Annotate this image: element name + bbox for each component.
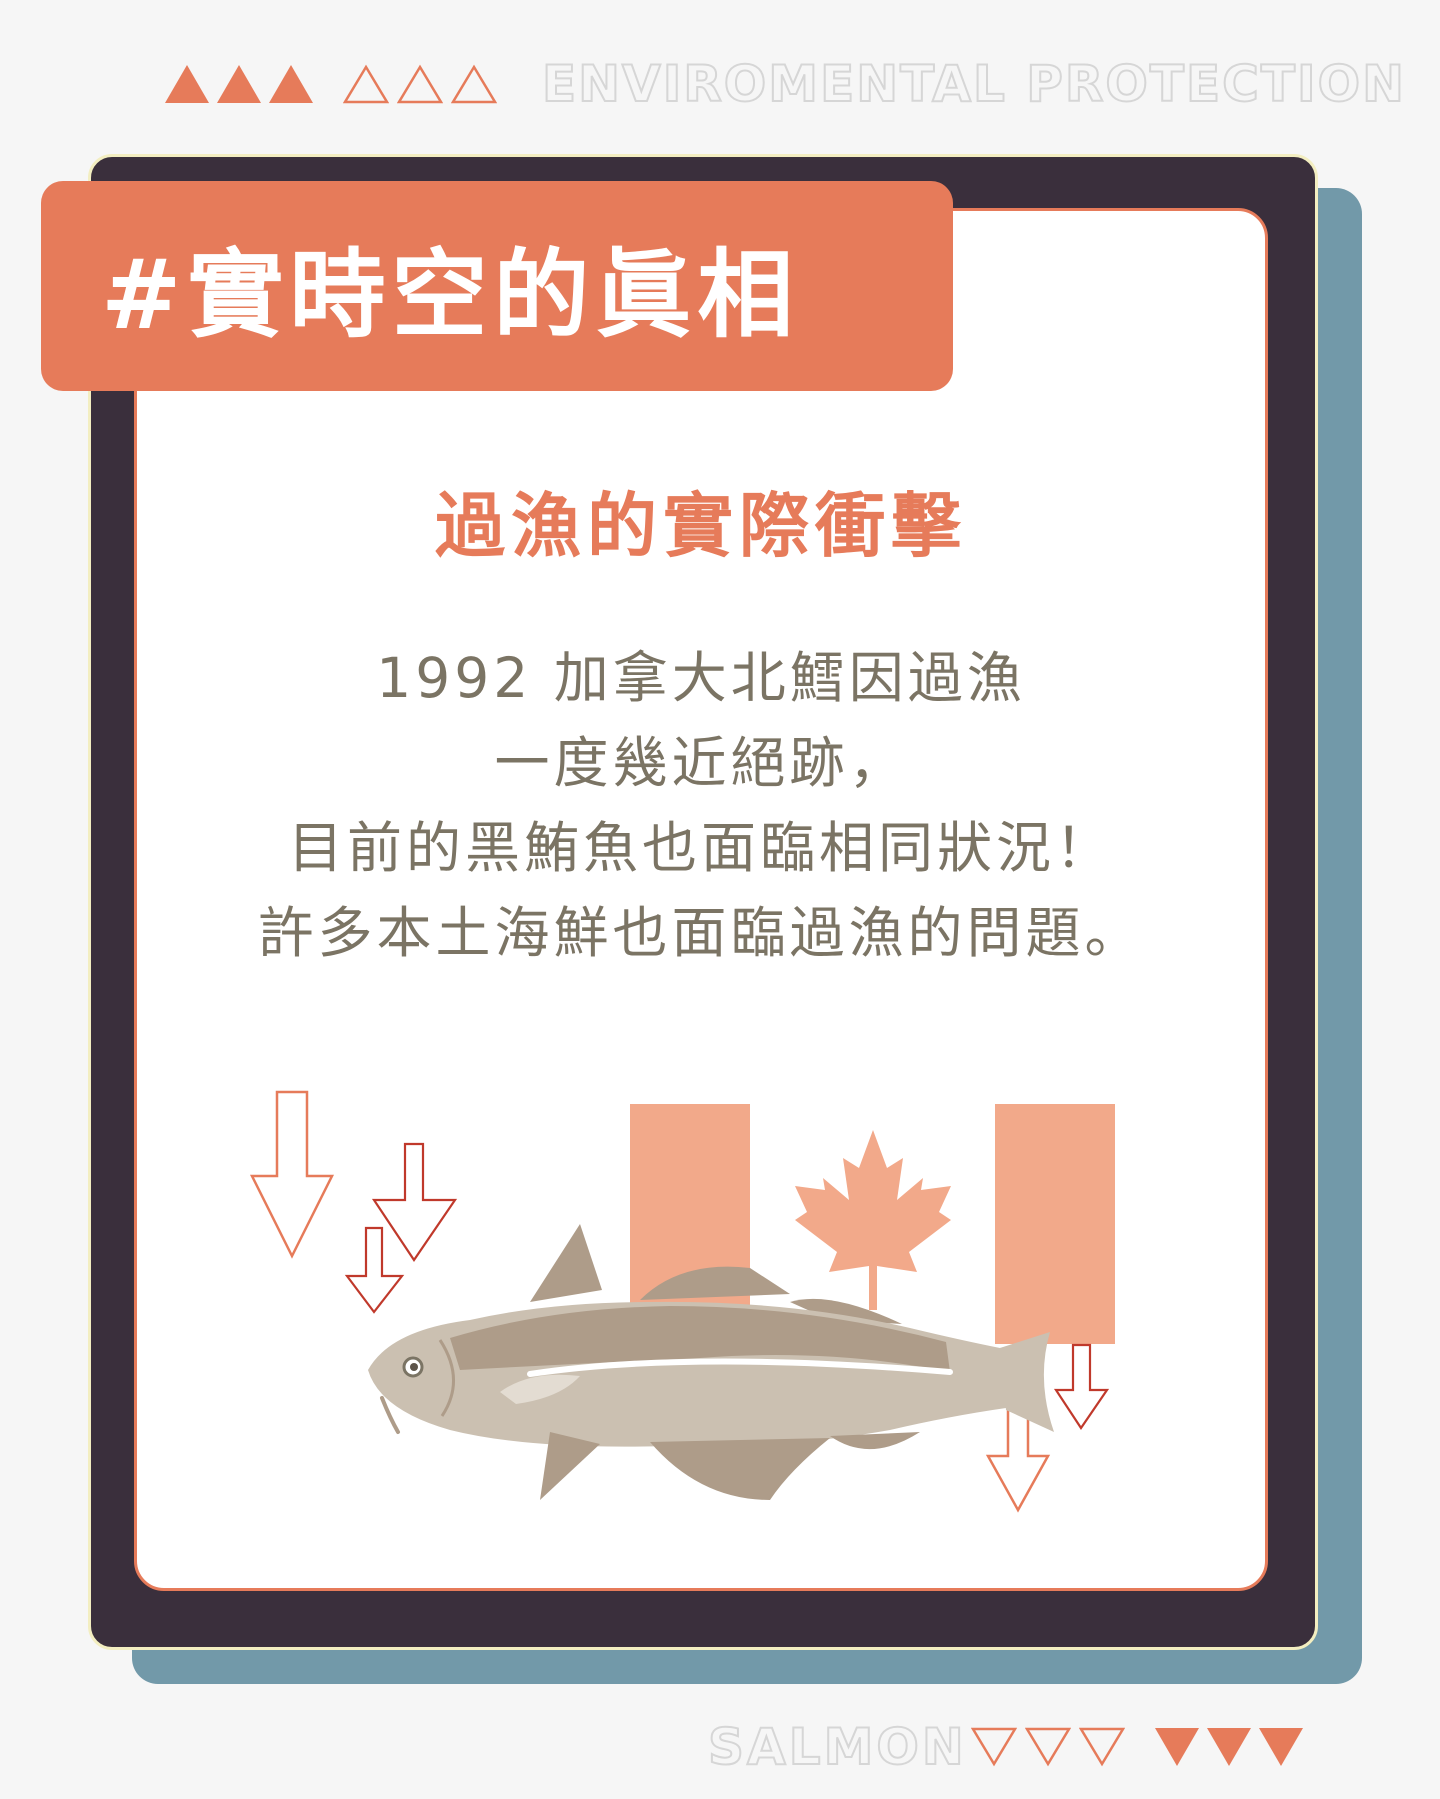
down-arrow-icon [1053, 1343, 1110, 1430]
footer-title: SALMON [707, 1717, 967, 1777]
tag-text: #實時空的眞相 [101, 238, 800, 351]
body-line: 一度幾近絕跡， [494, 731, 908, 795]
header-triangles [165, 62, 505, 106]
triangle-outline-icon [397, 64, 443, 104]
maple-leaf-icon [795, 1130, 951, 1310]
header-title: ENVIROMENTAL PROTECTION [541, 54, 1406, 114]
down-arrow-icon [371, 1142, 458, 1262]
triangle-solid-down-icon [1259, 1728, 1303, 1766]
triangle-solid-down-icon [1155, 1728, 1199, 1766]
down-arrow-icon [249, 1090, 335, 1259]
triangle-outline-down-icon [1079, 1727, 1125, 1767]
triangle-solid-icon [217, 65, 261, 103]
triangle-outline-icon [343, 64, 389, 104]
footer-triangles [963, 1725, 1303, 1769]
card-heading: 過漁的實際衝擊 [435, 485, 967, 567]
triangle-outline-down-icon [1025, 1727, 1071, 1767]
down-arrow-icon [344, 1226, 405, 1314]
triangle-solid-icon [165, 65, 209, 103]
body-line: 目前的黑鮪魚也面臨相同狀況！ [287, 816, 1114, 880]
triangle-outline-down-icon [971, 1727, 1017, 1767]
flag-bar-right [995, 1104, 1115, 1344]
triangle-solid-icon [269, 65, 313, 103]
body-line: 許多本土海鮮也面臨過漁的問題。 [258, 901, 1144, 965]
card-body: 1992 加拿大北鱈因過漁 一度幾近絕跡， 目前的黑鮪魚也面臨相同狀況！ 許多本… [134, 636, 1268, 976]
tag-badge: #實時空的眞相 [41, 181, 953, 391]
body-line: 1992 加拿大北鱈因過漁 [376, 646, 1026, 710]
overfishing-illustration [249, 1090, 1115, 1513]
triangle-outline-icon [451, 64, 497, 104]
triangle-solid-down-icon [1207, 1728, 1251, 1766]
